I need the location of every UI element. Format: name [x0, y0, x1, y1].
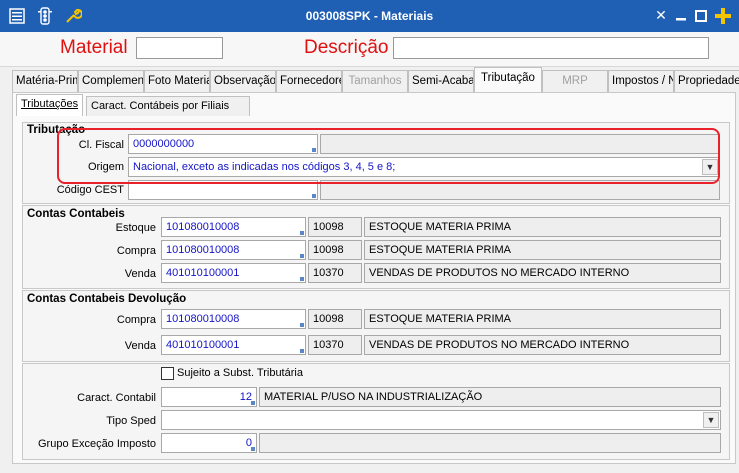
minimize-icon[interactable] — [672, 7, 690, 25]
subtab-tributacoes[interactable]: Tributações — [16, 94, 84, 116]
grupo-field[interactable]: 0 — [161, 433, 257, 453]
dev-venda-desc: VENDAS DE PRODUTOS NO MERCADO INTERNO — [364, 335, 721, 355]
dev-venda-account-field[interactable]: 401010100001 — [161, 335, 306, 355]
dev-compra-account-field[interactable]: 101080010008 — [161, 309, 306, 329]
material-input[interactable] — [136, 37, 223, 59]
estoque-account-field[interactable]: 101080010008 — [161, 217, 306, 237]
material-header: Material Descrição — [0, 32, 739, 67]
venda-account-field[interactable]: 401010100001 — [161, 263, 306, 283]
field-corner-icon — [312, 194, 316, 198]
field-corner-icon — [300, 277, 304, 281]
tab-impostos[interactable]: Impostos / N — [608, 70, 674, 92]
descricao-input[interactable] — [393, 37, 709, 59]
dev-compra-account-value: 101080010008 — [166, 313, 240, 325]
tab-complemento[interactable]: Complemento — [78, 70, 144, 92]
field-corner-icon — [251, 401, 255, 405]
cest-label: Código CEST — [56, 184, 124, 196]
sujeito-checkbox[interactable] — [161, 367, 174, 380]
material-label: Material — [60, 37, 128, 58]
field-corner-icon — [300, 323, 304, 327]
field-corner-icon — [300, 349, 304, 353]
venda-code: 10370 — [308, 263, 362, 283]
dev-compra-code: 10098 — [308, 309, 362, 329]
estoque-label: Estoque — [115, 222, 156, 234]
dev-compra-label: Compra — [116, 314, 156, 326]
add-icon[interactable] — [714, 7, 732, 25]
venda-account-value: 401010100001 — [166, 267, 240, 279]
dev-compra-desc: ESTOQUE MATERIA PRIMA — [364, 309, 721, 329]
caract-field[interactable]: 12 — [161, 387, 257, 407]
close-icon[interactable]: ✕ — [652, 7, 670, 25]
tab-mrp[interactable]: MRP — [542, 70, 608, 92]
tab-tributacao[interactable]: Tributação — [474, 67, 542, 92]
venda-label: Venda — [124, 268, 156, 280]
chevron-down-icon[interactable]: ▼ — [703, 412, 719, 428]
compra-code: 10098 — [308, 240, 362, 260]
compra-label: Compra — [116, 245, 156, 257]
tab-foto-materia[interactable]: Foto Materia — [144, 70, 210, 92]
venda-desc: VENDAS DE PRODUTOS NO MERCADO INTERNO — [364, 263, 721, 283]
dev-venda-account-value: 401010100001 — [166, 339, 240, 351]
tab-fornecedores[interactable]: Fornecedore — [276, 70, 342, 92]
grupo-label: Grupo Exceção Imposto — [37, 438, 156, 450]
dev-venda-label: Venda — [124, 340, 156, 352]
descricao-label: Descrição — [304, 37, 389, 58]
field-corner-icon — [300, 254, 304, 258]
contas-title: Contas Contabeis — [27, 208, 125, 220]
caract-desc: MATERIAL P/USO NA INDUSTRIALIZAÇÃO — [259, 387, 721, 407]
estoque-code: 10098 — [308, 217, 362, 237]
caract-label: Caract. Contabil — [77, 392, 156, 404]
compra-account-field[interactable]: 101080010008 — [161, 240, 306, 260]
grupo-desc — [259, 433, 721, 453]
field-corner-icon — [300, 231, 304, 235]
dev-venda-code: 10370 — [308, 335, 362, 355]
maximize-icon[interactable] — [692, 7, 710, 25]
tab-semi-acabado[interactable]: Semi-Acabac — [408, 70, 474, 92]
sujeito-label: Sujeito a Subst. Tributária — [177, 367, 303, 379]
tab-propriedades[interactable]: Propriedades — [674, 70, 739, 92]
window-title: 003008SPK - Materiais — [305, 9, 434, 23]
field-corner-icon — [251, 447, 255, 451]
compra-account-value: 101080010008 — [166, 244, 240, 256]
tipo-sped-select[interactable]: ▼ — [161, 410, 721, 430]
estoque-account-value: 101080010008 — [166, 221, 240, 233]
compra-desc: ESTOQUE MATERIA PRIMA — [364, 240, 721, 260]
subtab-caract-contabeis[interactable]: Caract. Contábeis por Filiais — [86, 96, 250, 116]
tab-tamanhos[interactable]: Tamanhos — [342, 70, 408, 92]
devolucao-title: Contas Contabeis Devolução — [27, 293, 187, 305]
tab-observacao[interactable]: Observação — [210, 70, 276, 92]
highlight-annotation — [57, 128, 720, 184]
tipo-sped-label: Tipo Sped — [106, 415, 156, 427]
estoque-desc: ESTOQUE MATERIA PRIMA — [364, 217, 721, 237]
title-bar: 003008SPK - Materiais ✕ — [0, 0, 739, 32]
tab-materia-prima[interactable]: Matéria-Prim — [12, 70, 78, 92]
